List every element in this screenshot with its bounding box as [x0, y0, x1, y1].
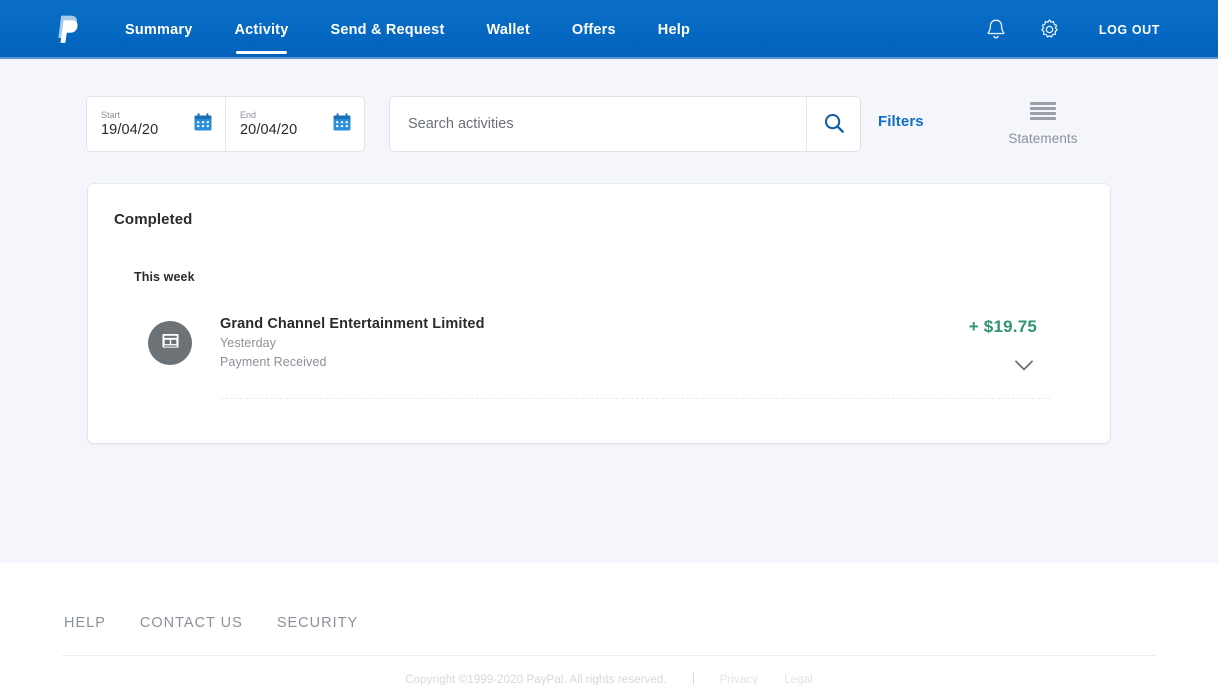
activity-toolbar: Start 19/04/20 End 20/04/20 Search activ…	[0, 96, 1218, 156]
footer-link-privacy[interactable]: Privacy	[720, 674, 758, 685]
header-actions: LOG OUT	[979, 0, 1218, 59]
search-input[interactable]	[390, 97, 806, 151]
paypal-logo[interactable]	[55, 14, 81, 46]
filters-button[interactable]: Filters	[878, 113, 924, 130]
start-date-field[interactable]: Start 19/04/20	[87, 97, 225, 151]
nav-item-summary[interactable]: Summary	[125, 20, 193, 40]
start-date-value: 19/04/20	[101, 121, 159, 138]
nav-item-activity[interactable]: Activity	[235, 20, 289, 54]
nav-item-help[interactable]: Help	[658, 20, 690, 40]
calendar-icon[interactable]	[193, 112, 213, 137]
footer-link-contact-us[interactable]: CONTACT US	[140, 615, 243, 631]
transaction-row[interactable]: Grand Channel Entertainment Limited Yest…	[88, 316, 1110, 410]
bell-icon[interactable]	[979, 13, 1013, 47]
store-icon	[159, 329, 182, 357]
statements-lines-icon	[1030, 100, 1056, 122]
merchant-name: Grand Channel Entertainment Limited	[220, 316, 485, 332]
site-header: Summary Activity Send & Request Wallet O…	[0, 0, 1218, 59]
completed-heading: Completed	[114, 211, 193, 228]
date-range-picker: Start 19/04/20 End 20/04/20	[86, 96, 365, 152]
nav-item-wallet[interactable]: Wallet	[486, 20, 529, 40]
copyright-text: Copyright ©1999-2020 PayPal. All rights …	[405, 673, 667, 685]
calendar-icon[interactable]	[332, 112, 352, 137]
this-week-heading: This week	[134, 270, 195, 284]
footer-link-legal[interactable]: Legal	[784, 674, 813, 685]
statements-label: Statements	[1008, 131, 1078, 146]
end-date-label: End	[240, 109, 257, 120]
footer-links: HELP CONTACT US SECURITY	[64, 615, 358, 631]
logout-button[interactable]: LOG OUT	[1099, 23, 1160, 37]
transaction-details: Grand Channel Entertainment Limited Yest…	[220, 314, 485, 372]
transaction-type: Payment Received	[220, 355, 327, 369]
search-icon	[823, 112, 845, 137]
end-date-value: 20/04/20	[240, 121, 298, 138]
footer-separator	[692, 673, 694, 685]
paypal-activity-page: Summary Activity Send & Request Wallet O…	[0, 0, 1218, 685]
start-date-label: Start	[101, 109, 121, 120]
transaction-date: Yesterday	[220, 336, 277, 350]
end-date-field[interactable]: End 20/04/20	[225, 97, 364, 151]
statements-button[interactable]: Statements	[997, 100, 1089, 146]
transaction-amount: + $19.75	[968, 317, 1037, 336]
gear-icon[interactable]	[1033, 13, 1067, 47]
search-bar	[389, 96, 861, 152]
avatar	[148, 321, 192, 365]
site-footer: HELP CONTACT US SECURITY Copyright ©1999…	[0, 563, 1218, 685]
nav-item-send-request[interactable]: Send & Request	[330, 20, 444, 40]
footer-legal-bar: Copyright ©1999-2020 PayPal. All rights …	[0, 673, 1218, 685]
chevron-down-icon[interactable]	[1012, 356, 1036, 374]
footer-link-security[interactable]: SECURITY	[277, 615, 358, 631]
nav-item-offers[interactable]: Offers	[572, 20, 616, 40]
transaction-divider	[220, 398, 1050, 399]
search-button[interactable]	[806, 97, 860, 151]
activity-card: Completed This week Grand Channel Entert…	[88, 184, 1110, 443]
footer-divider	[62, 655, 1156, 656]
main-navigation: Summary Activity Send & Request Wallet O…	[125, 20, 690, 54]
footer-link-help[interactable]: HELP	[64, 615, 106, 631]
